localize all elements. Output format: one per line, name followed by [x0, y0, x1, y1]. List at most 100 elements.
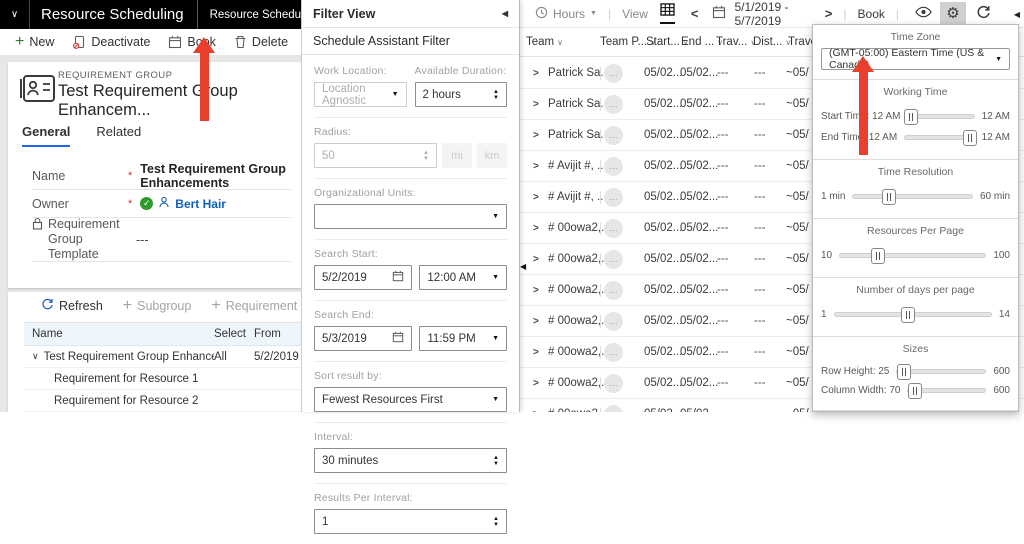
collapse-left-icon[interactable]: ◀	[502, 9, 508, 18]
delete-button[interactable]: Delete	[225, 29, 297, 55]
column-header-from[interactable]: From	[254, 328, 301, 340]
slider-handle[interactable]	[882, 189, 896, 205]
org-units-select[interactable]: ▼	[314, 204, 507, 229]
chevron-right-icon[interactable]: >	[533, 58, 539, 89]
cell-distance: ---	[754, 399, 766, 412]
column-width-slider[interactable]	[907, 383, 987, 399]
table-row[interactable]: ∨ Test Requirement Group Enhancements Al…	[24, 346, 301, 368]
nav-chevron-button[interactable]: ∨	[0, 0, 30, 29]
time-zone-select[interactable]: (GMT-05:00) Eastern Time (US & Canada) ▼	[821, 47, 1010, 71]
collapse-filter-panel-icon[interactable]: ◀	[520, 262, 526, 271]
chevron-right-icon[interactable]: >	[533, 337, 539, 368]
search-end-time-select[interactable]: 11:59 PM ▼	[419, 326, 507, 351]
cell-travel2: ~05/	[786, 67, 809, 79]
previous-dates-button[interactable]: <	[691, 6, 699, 21]
chevron-right-icon[interactable]: >	[533, 213, 539, 244]
next-dates-button[interactable]: >	[825, 6, 833, 21]
calendar-icon[interactable]	[392, 331, 404, 346]
cell-distance: ---	[754, 67, 766, 79]
sort-select[interactable]: Fewest Resources First ▼	[314, 387, 507, 412]
column-header-team[interactable]: Team ∨	[526, 28, 563, 57]
chevron-right-icon[interactable]: >	[533, 120, 539, 151]
results-per-interval-stepper[interactable]: 1 ▲ ▼	[314, 509, 507, 534]
chevron-right-icon[interactable]: >	[533, 182, 539, 213]
slider-handle[interactable]	[870, 248, 885, 264]
cell-travel2: ~05/	[786, 253, 809, 265]
resources-per-page-slider[interactable]	[839, 248, 987, 264]
time-resolution-slider[interactable]	[852, 189, 973, 205]
subgrid-refresh-button[interactable]: Refresh	[32, 298, 112, 314]
calendar-icon[interactable]	[392, 270, 404, 285]
deactivate-button[interactable]: Deactivate	[63, 29, 159, 55]
template-field-value[interactable]: ---	[136, 233, 149, 247]
calendar-icon[interactable]	[712, 5, 726, 22]
search-start-date-input[interactable]: 5/2/2019	[314, 265, 413, 290]
add-subgroup-label: Subgroup	[137, 299, 192, 313]
search-start-time-select[interactable]: 12:00 AM ▼	[419, 265, 507, 290]
separator: |	[895, 6, 899, 21]
slider-handle[interactable]	[901, 307, 916, 323]
column-header-select[interactable]: Select	[214, 328, 254, 340]
board-settings-button[interactable]: ⚙	[940, 1, 966, 26]
deactivate-icon	[72, 35, 86, 49]
cell-end: 05/02...	[680, 67, 719, 79]
cell-travel: ---	[717, 377, 729, 389]
work-location-label: Work Location:	[314, 65, 387, 77]
row-from: 5/2/2019	[254, 350, 299, 363]
column-header-trav[interactable]: Trav... ∨	[716, 28, 756, 57]
board-book-button[interactable]: Book	[858, 7, 885, 21]
slider-handle[interactable]	[904, 109, 919, 125]
search-end-date-input[interactable]: 5/3/2019	[314, 326, 413, 351]
spinner-arrows-icon[interactable]: ▲ ▼	[493, 89, 499, 101]
map-view-button[interactable]	[910, 2, 936, 26]
grid-view-button[interactable]	[659, 3, 675, 24]
row-height-slider[interactable]	[896, 364, 987, 380]
avatar: ...	[604, 157, 623, 176]
chevron-right-icon[interactable]: >	[533, 89, 539, 120]
chevron-right-icon[interactable]: >	[533, 368, 539, 399]
subgrid-refresh-label: Refresh	[59, 299, 103, 313]
add-subgroup-button[interactable]: + Subgroup	[114, 298, 201, 314]
chevron-right-icon[interactable]: >	[533, 151, 539, 182]
cell-distance: ---	[754, 160, 766, 172]
owner-field-value[interactable]: Bert Hair	[175, 197, 226, 211]
hours-scale-dropdown[interactable]: Hours ▼	[535, 6, 597, 22]
tab-related[interactable]: Related	[96, 124, 141, 147]
interval-stepper[interactable]: 30 minutes ▲ ▼	[314, 448, 507, 473]
slider-handle[interactable]	[896, 364, 911, 380]
end-time-slider[interactable]	[904, 130, 977, 146]
table-row[interactable]: Requirement for Resource 2	[24, 390, 301, 412]
date-range[interactable]: 5/1/2019 - 5/7/2019	[734, 0, 812, 28]
table-header-row: Name Select From	[24, 323, 301, 346]
sizes-title: Sizes	[902, 343, 929, 355]
chevron-down-icon: ▼	[391, 91, 399, 98]
chevron-down-icon[interactable]: ∨	[32, 351, 39, 362]
slider-handle[interactable]	[962, 130, 977, 146]
available-duration-stepper[interactable]: 2 hours ▲ ▼	[414, 82, 507, 107]
cell-travel: ---	[717, 129, 729, 141]
tab-general[interactable]: General	[22, 124, 71, 147]
slider-handle[interactable]	[908, 383, 923, 399]
chevron-right-icon[interactable]: >	[533, 275, 539, 306]
chevron-right-icon[interactable]: >	[533, 399, 539, 412]
start-time-slider[interactable]	[904, 109, 975, 125]
spinner-arrows-icon[interactable]: ▲ ▼	[493, 516, 499, 528]
calendar-icon	[168, 35, 182, 49]
owner-field-label: Owner	[32, 196, 69, 211]
chevron-right-icon[interactable]: >	[533, 244, 539, 275]
board-refresh-button[interactable]	[970, 2, 996, 26]
new-button[interactable]: + New	[6, 29, 63, 55]
add-requirement-button[interactable]: + Requirement	[202, 298, 301, 314]
column-header-dist[interactable]: Dist... ∨	[753, 28, 791, 57]
name-field-value[interactable]: Test Requirement Group Enhancements	[140, 162, 291, 190]
table-row[interactable]: Requirement for Resource 1	[24, 368, 301, 390]
form-content: REQUIREMENT GROUP Test Requirement Group…	[0, 56, 301, 412]
collapse-right-panel-icon[interactable]: ◀	[1014, 10, 1020, 19]
cell-travel: ---	[717, 315, 729, 327]
chevron-right-icon[interactable]: >	[533, 306, 539, 337]
days-per-page-slider[interactable]	[833, 307, 992, 323]
spinner-arrows-icon[interactable]: ▲ ▼	[493, 455, 499, 467]
avatar: ...	[604, 95, 623, 114]
column-header-name[interactable]: Name	[24, 328, 214, 340]
breadcrumb-root[interactable]: Resource Scheduling	[210, 9, 301, 21]
